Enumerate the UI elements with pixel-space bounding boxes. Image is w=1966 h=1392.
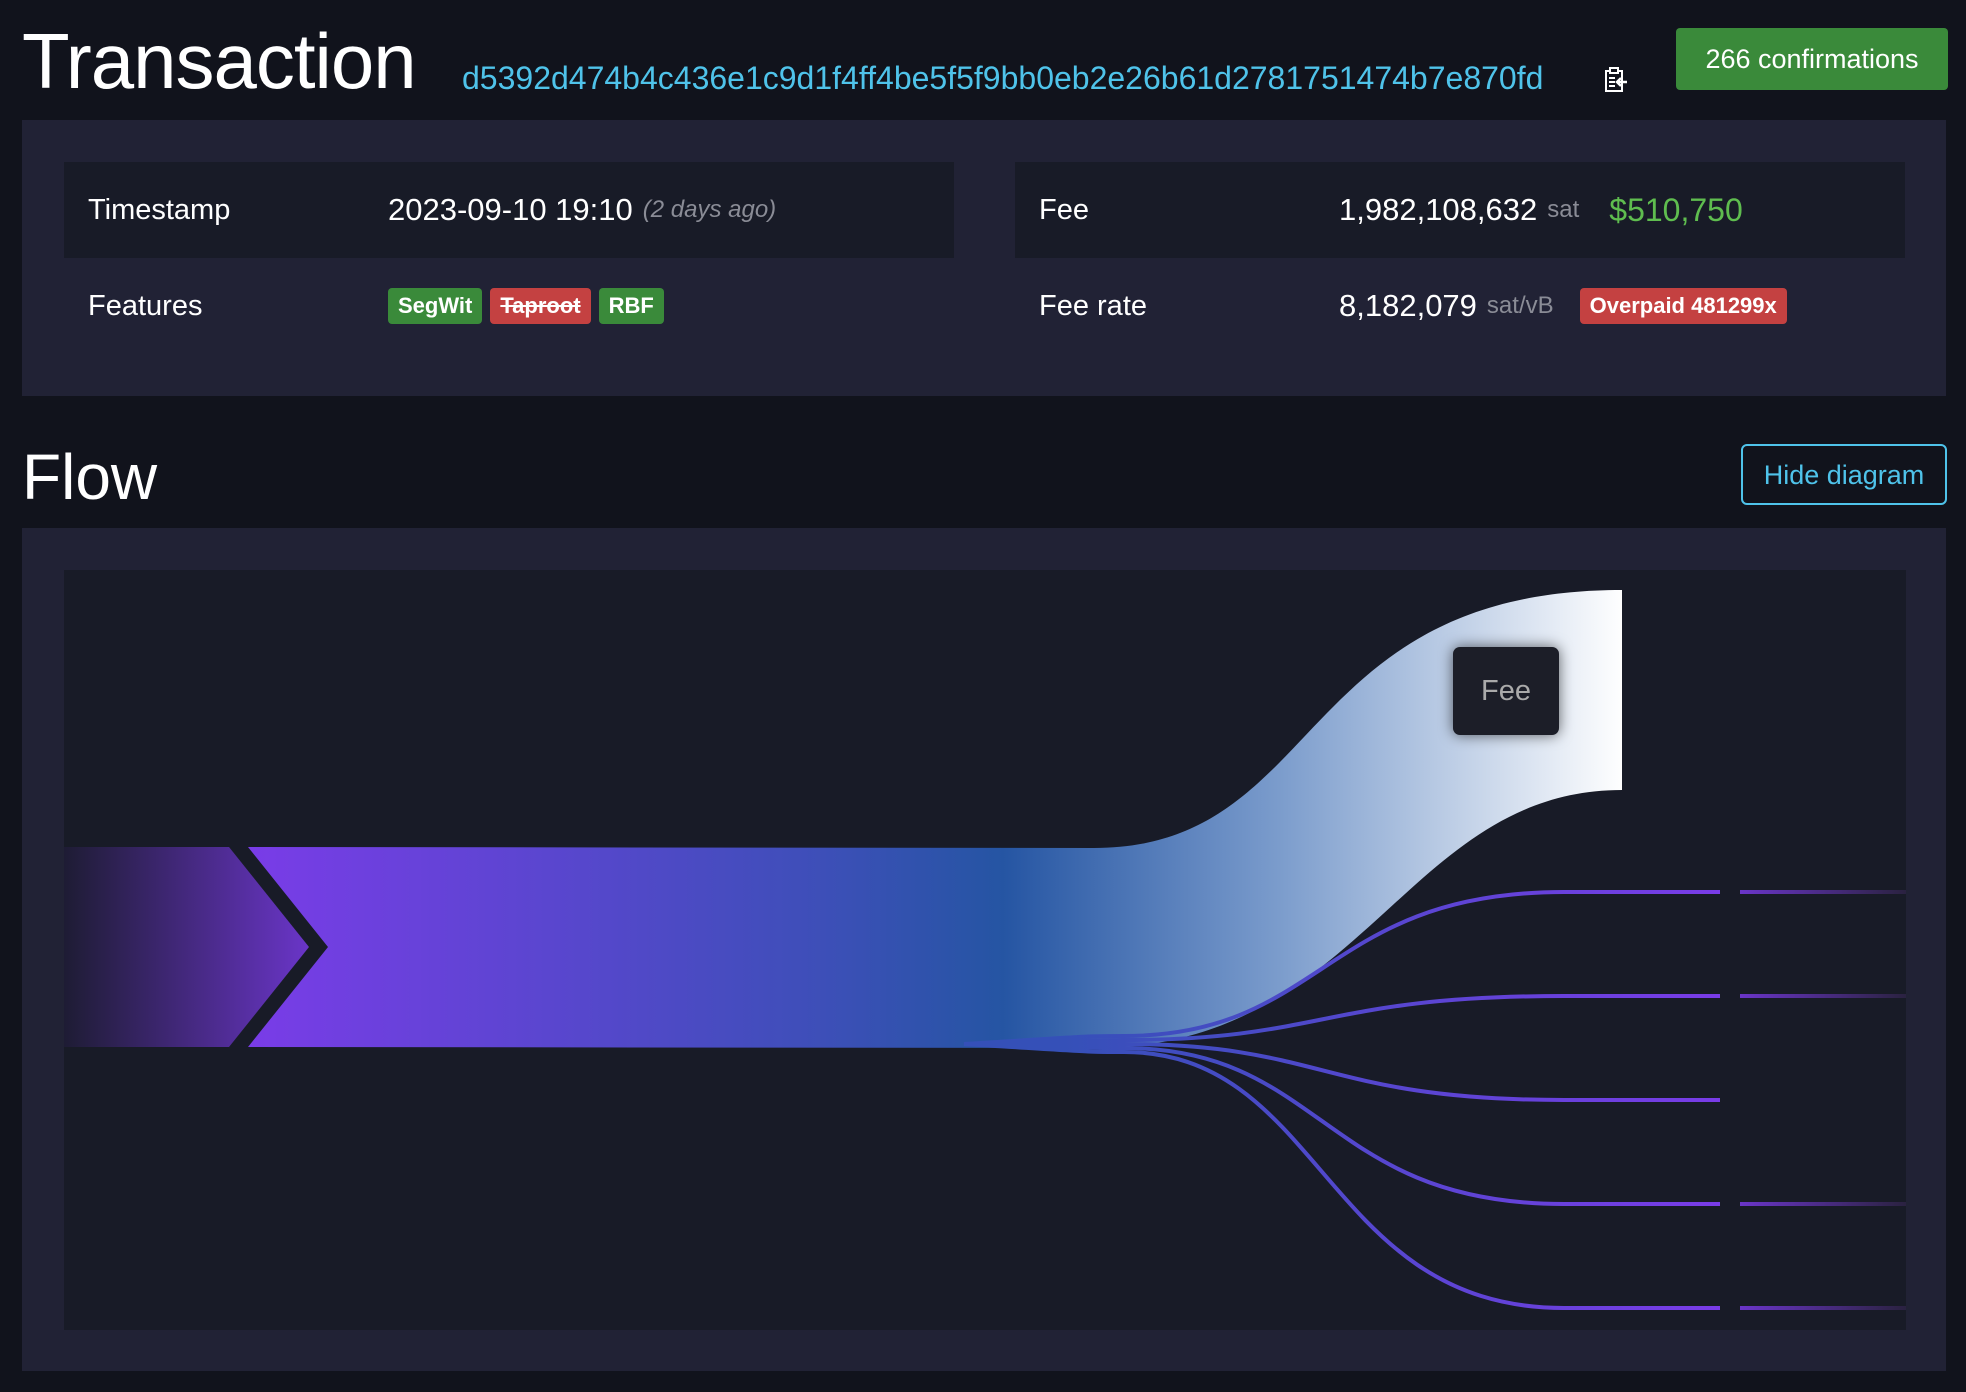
fee-value: 1,982,108,632 sat $510,750 (1339, 192, 1743, 229)
timestamp-label: Timestamp (88, 193, 231, 226)
confirmations-badge: 266 confirmations (1676, 28, 1948, 90)
fee-rate-row: Fee rate 8,182,079 sat/vB Overpaid 48129… (1015, 258, 1905, 354)
tag-segwit[interactable]: SegWit (388, 288, 483, 324)
timestamp-value: 2023-09-10 19:10 (2 days ago) (388, 192, 776, 228)
flow-diagram-svg (64, 590, 1906, 1310)
fee-rate-label: Fee rate (1039, 289, 1147, 322)
fee-rate-unit: sat/vB (1486, 292, 1554, 319)
timestamp-row: Timestamp 2023-09-10 19:10 (2 days ago) (64, 162, 954, 258)
fee-rate-amount: 8,182,079 (1339, 288, 1477, 323)
transaction-id-link[interactable]: d5392d474b4c436e1c9d1f4ff4be5f5f9bb0eb2e… (462, 58, 1543, 98)
fee-row: Fee 1,982,108,632 sat $510,750 (1015, 162, 1905, 258)
fee-rate-value: 8,182,079 sat/vB Overpaid 481299x (1339, 288, 1795, 324)
features-tags: SegWit Taproot RBF (388, 288, 672, 324)
output-flow-3[interactable] (963, 1042, 1720, 1206)
fee-amount: 1,982,108,632 (1339, 192, 1538, 227)
details-panel: Timestamp 2023-09-10 19:10 (2 days ago) … (22, 120, 1946, 396)
page-title: Transaction (22, 17, 417, 105)
main-flow-to-fee[interactable] (248, 590, 1622, 1048)
fee-unit: sat (1547, 196, 1580, 223)
clipboard-icon[interactable] (1604, 66, 1628, 94)
flow-diagram: Fee (64, 570, 1906, 1330)
fee-label: Fee (1039, 193, 1089, 226)
hide-diagram-button[interactable]: Hide diagram (1741, 444, 1947, 505)
flow-section-title: Flow (22, 441, 158, 513)
output-spend-3[interactable] (1740, 1202, 1906, 1206)
fee-node-label[interactable]: Fee (1453, 647, 1559, 735)
timestamp-date: 2023-09-10 19:10 (388, 192, 633, 227)
tag-rbf[interactable]: RBF (598, 288, 664, 324)
output-spend-4[interactable] (1740, 1306, 1906, 1310)
output-spend-1[interactable] (1740, 994, 1906, 998)
overpaid-badge: Overpaid 481299x (1579, 288, 1787, 324)
features-label: Features (88, 289, 203, 322)
tag-taproot[interactable]: Taproot (490, 288, 591, 324)
output-spend-0[interactable] (1740, 890, 1906, 894)
timestamp-relative: (2 days ago) (642, 196, 777, 223)
output-flow-4[interactable] (963, 1042, 1720, 1310)
features-row: Features SegWit Taproot RBF (64, 258, 954, 354)
fee-fiat: $510,750 (1609, 191, 1743, 228)
